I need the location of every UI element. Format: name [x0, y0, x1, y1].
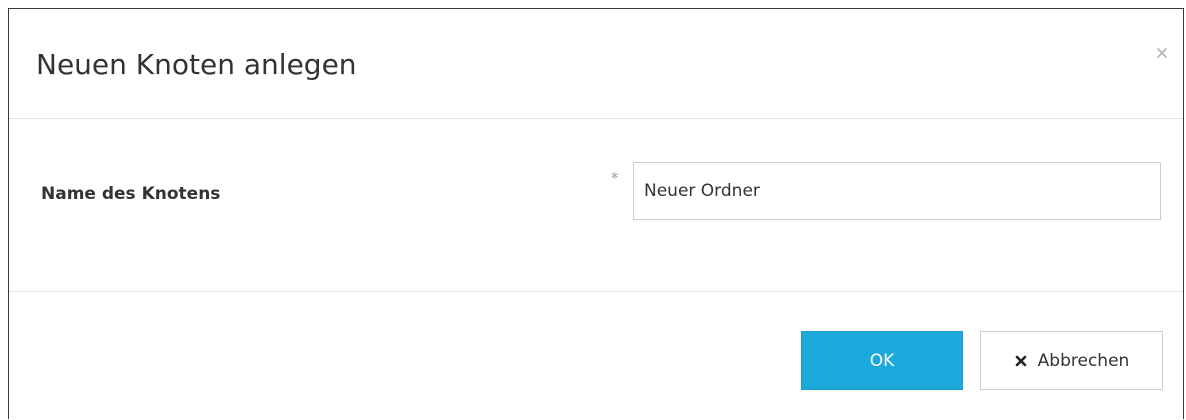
cancel-button-label: Abbrechen — [1037, 350, 1130, 371]
create-node-dialog: Neuen Knoten anlegen Name des Knotens * … — [8, 8, 1184, 419]
cancel-button[interactable]: Abbrechen — [980, 331, 1163, 390]
node-name-input[interactable] — [633, 162, 1161, 220]
close-button[interactable] — [1151, 42, 1173, 64]
dialog-title: Neuen Knoten anlegen — [36, 48, 357, 81]
close-icon — [1157, 48, 1167, 58]
ok-button[interactable]: OK — [801, 331, 963, 390]
node-name-label: Name des Knotens — [41, 184, 221, 204]
required-marker: * — [611, 169, 619, 187]
x-icon — [1014, 354, 1028, 368]
dialog-header: Neuen Knoten anlegen — [9, 9, 1183, 119]
dialog-footer: OK Abbrechen — [9, 292, 1183, 420]
dialog-body: Name des Knotens * — [9, 119, 1183, 292]
